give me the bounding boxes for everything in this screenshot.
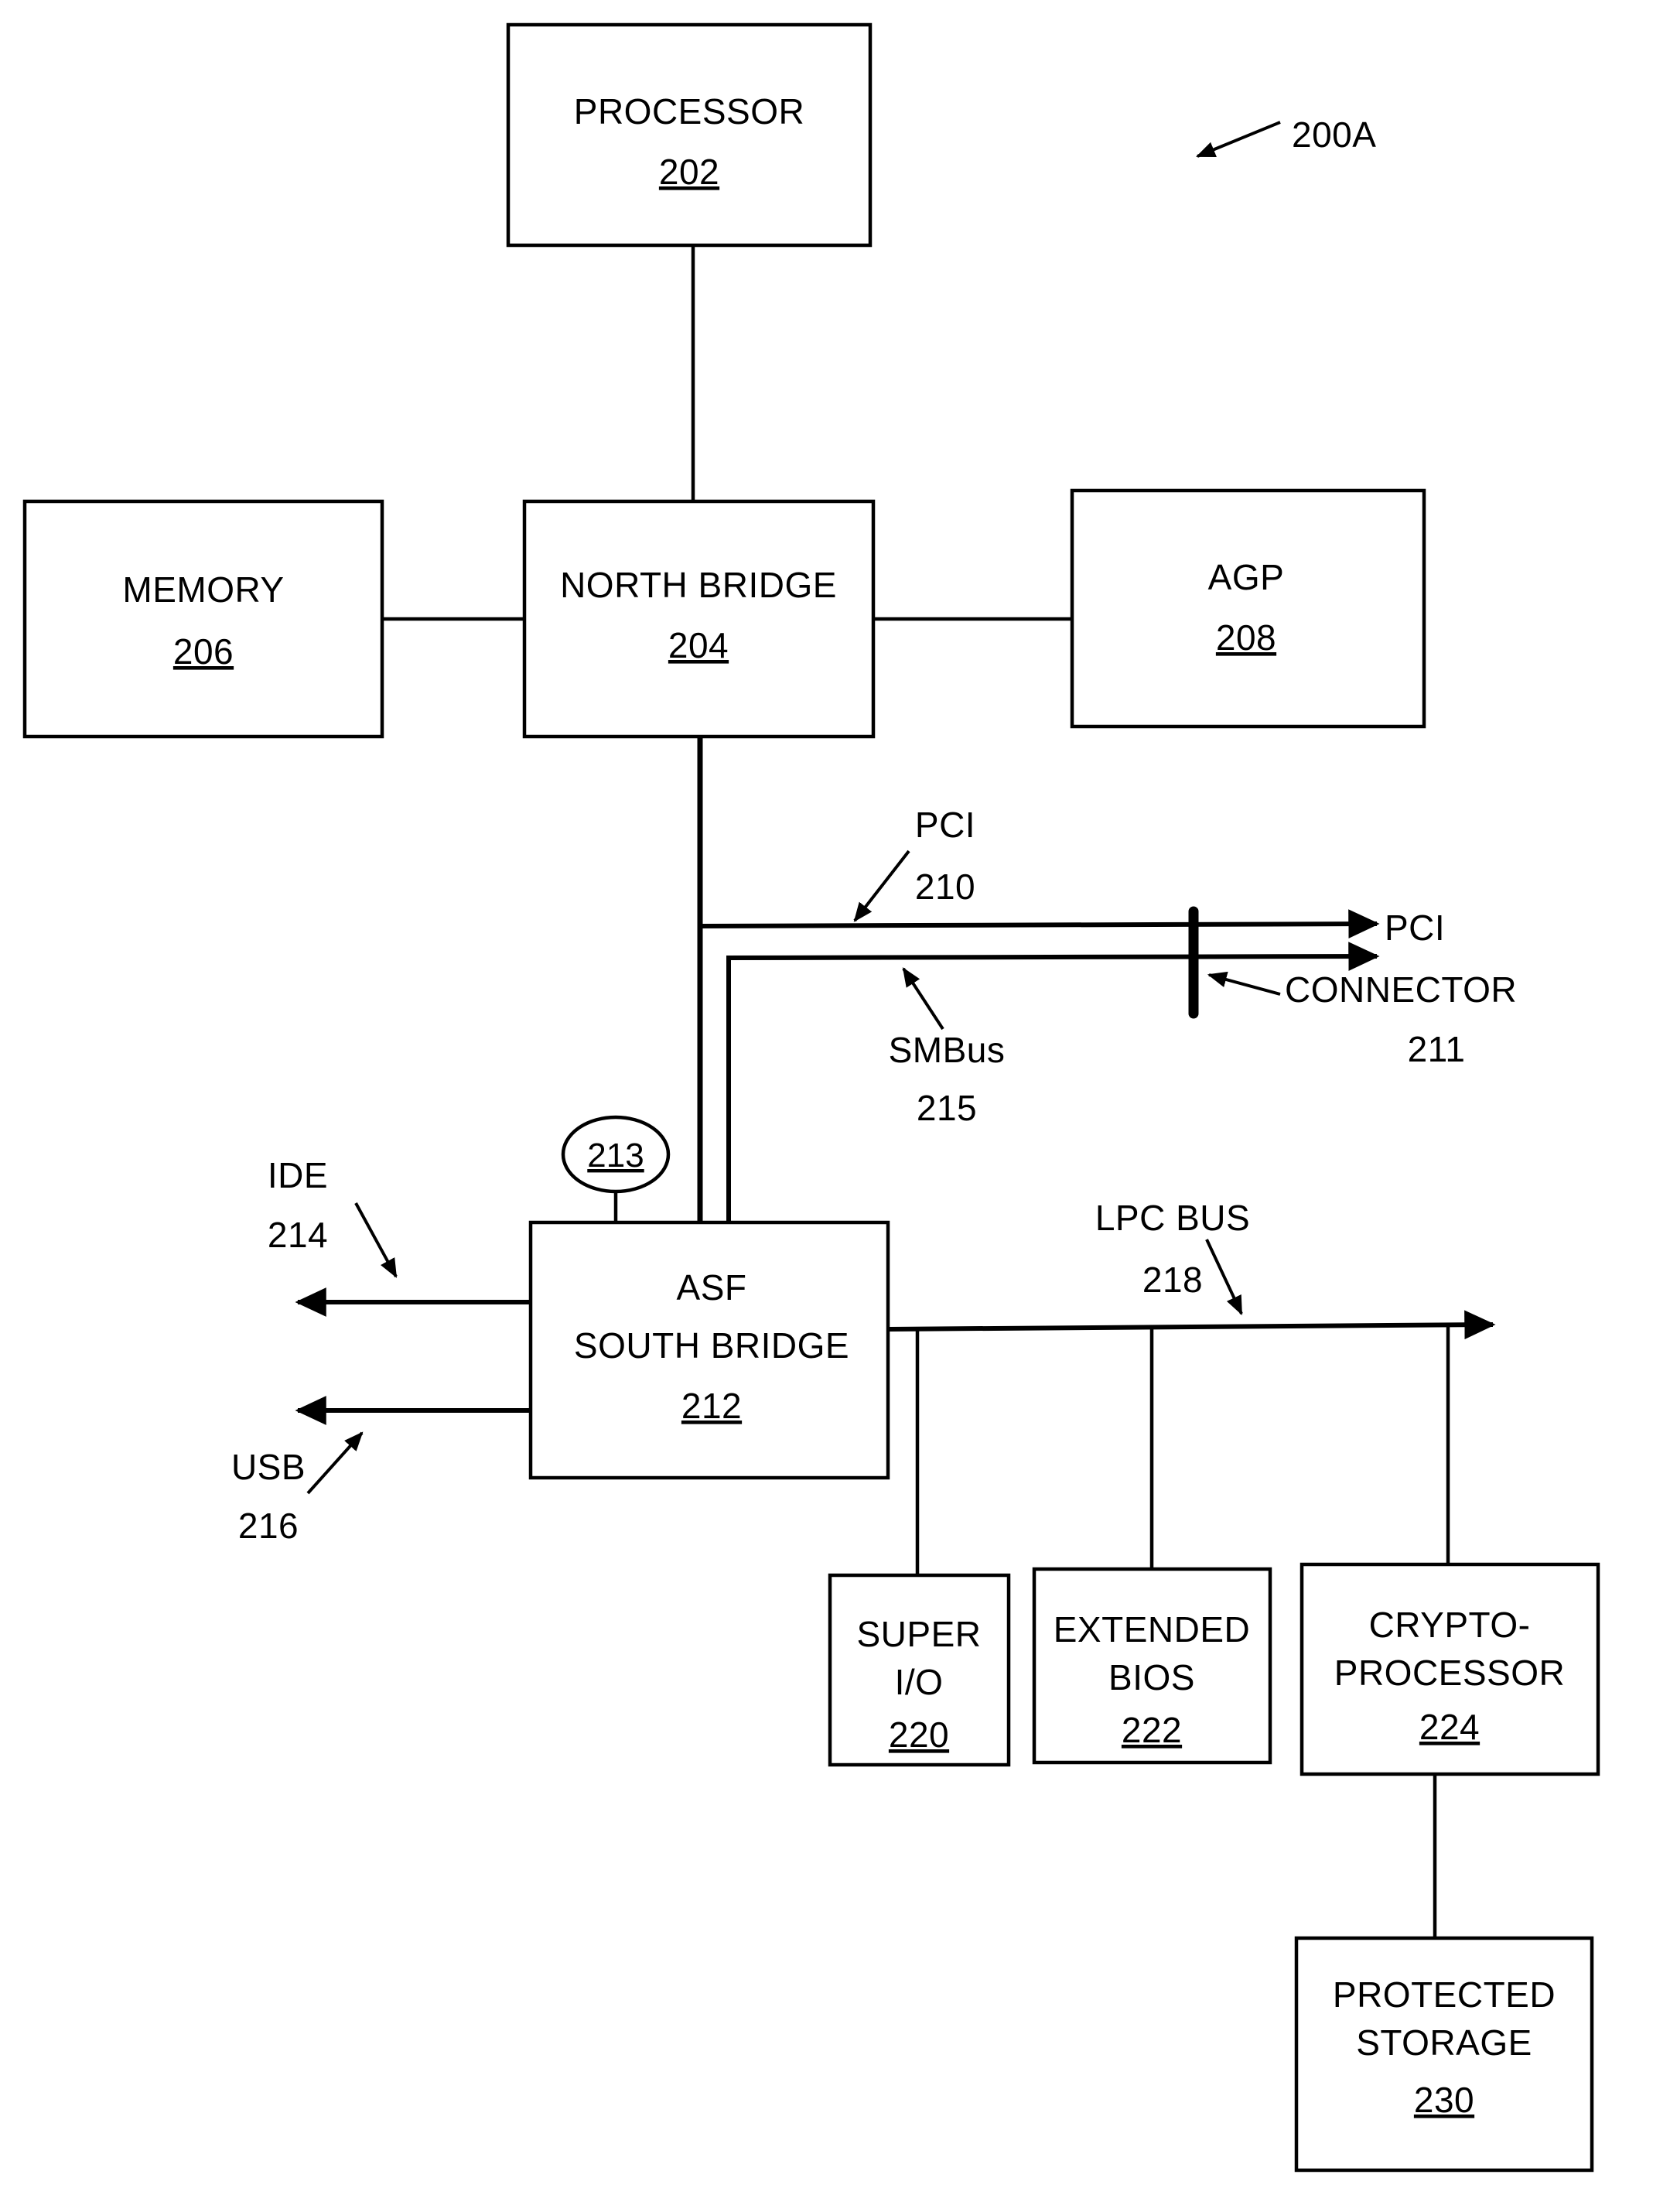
ide-label: IDE <box>268 1155 328 1195</box>
pci-bus-label: PCI <box>915 805 975 845</box>
box-processor <box>506 22 873 248</box>
box-protected-storage-title-line2: STORAGE <box>1356 2022 1532 2063</box>
box-processor-title: PROCESSOR <box>574 91 804 132</box>
box-extended-bios-title-line1: EXTENDED <box>1054 1609 1250 1650</box>
box-protected-storage-title-line1: PROTECTED <box>1333 1974 1556 2015</box>
box-asf-south-bridge-number: 212 <box>681 1386 742 1426</box>
box-agp-title: AGP <box>1208 557 1285 597</box>
box-super-io-number: 220 <box>889 1715 949 1755</box>
box-north-bridge-title: NORTH BRIDGE <box>560 565 837 605</box>
smbus-leader <box>902 967 944 1031</box>
patent-figure-200a: PROCESSOR 202 MEMORY 206 NORTH BRIDGE 20… <box>0 0 1653 2212</box>
smbus-number: 215 <box>917 1088 977 1128</box>
box-memory <box>22 499 384 739</box>
lpc-bus-label: LPC BUS <box>1095 1198 1250 1238</box>
smbus-label: SMBus <box>889 1030 1006 1070</box>
figure-ref-leader <box>1195 121 1281 158</box>
lpc-bus-line <box>887 1310 1496 1340</box>
diagram-canvas: PROCESSOR 202 MEMORY 206 NORTH BRIDGE 20… <box>22 22 1600 2173</box>
figure-ref-label: 200A <box>1292 115 1376 155</box>
box-processor-number: 202 <box>659 152 719 192</box>
box-extended-bios-number: 222 <box>1122 1710 1182 1750</box>
pci-connector-label-line2: CONNECTOR <box>1285 969 1517 1010</box>
box-asf-south-bridge-title-line2: SOUTH BRIDGE <box>574 1325 849 1366</box>
node-213-label: 213 <box>587 1137 644 1174</box>
box-crypto-processor-title-line1: CRYPTO- <box>1369 1605 1531 1645</box>
box-agp <box>1070 488 1426 729</box>
lpc-bus-leader <box>1205 1239 1243 1315</box>
box-memory-number: 206 <box>173 631 234 672</box>
lpc-bus-number: 218 <box>1142 1260 1203 1300</box>
box-north-bridge-number: 204 <box>668 625 729 665</box>
box-crypto-processor-number: 224 <box>1419 1707 1480 1747</box>
usb-number: 216 <box>238 1506 299 1546</box>
box-asf-south-bridge-title-line1: ASF <box>677 1267 747 1308</box>
box-protected-storage-number: 230 <box>1414 2080 1474 2120</box>
smbus-line <box>726 942 1380 1222</box>
usb-label: USB <box>231 1447 306 1487</box>
pci-connector-number: 211 <box>1408 1029 1466 1069</box>
box-north-bridge <box>522 499 876 739</box>
box-memory-title: MEMORY <box>122 569 284 610</box>
box-super-io-title-line2: I/O <box>895 1662 944 1702</box>
ide-number: 214 <box>268 1215 328 1255</box>
pci-bus-leader <box>853 850 910 922</box>
pci-bus-line <box>699 909 1380 939</box>
box-extended-bios-title-line2: BIOS <box>1108 1657 1195 1697</box>
pci-bus-number: 210 <box>915 867 975 907</box>
pci-connector-label-line1: PCI <box>1385 908 1445 948</box>
box-agp-number: 208 <box>1216 617 1276 658</box>
pci-connector-leader <box>1207 971 1281 996</box>
ide-leader <box>354 1202 398 1278</box>
box-crypto-processor-title-line2: PROCESSOR <box>1334 1653 1565 1693</box>
usb-leader <box>306 1431 364 1495</box>
box-super-io-title-line1: SUPER <box>857 1614 982 1654</box>
